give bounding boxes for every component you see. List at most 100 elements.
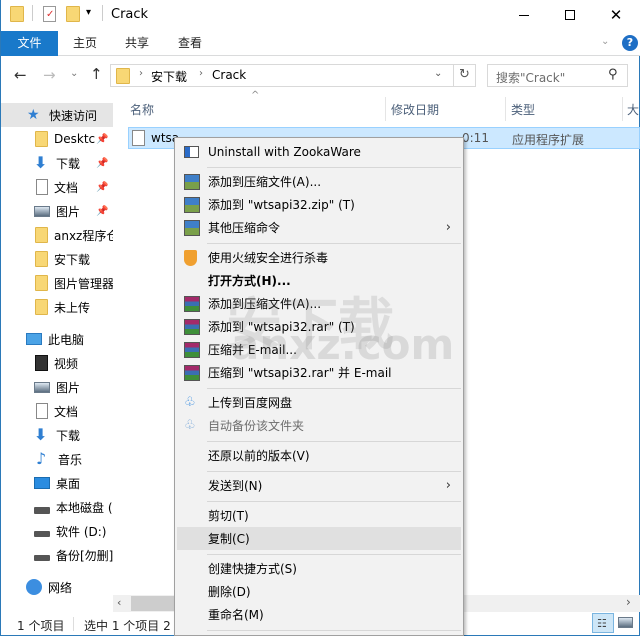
column-separator[interactable] (505, 97, 506, 121)
maximize-button[interactable] (547, 0, 593, 30)
sidebar-item-anxz[interactable]: anxz程序仓 (1, 223, 113, 247)
breadcrumb-chevron-icon[interactable]: › (139, 68, 143, 79)
column-separator[interactable] (385, 97, 386, 121)
sidebar-item-pc-pictures[interactable]: 图片 (1, 375, 113, 399)
column-header-type[interactable]: 类型 (511, 101, 535, 118)
sidebar-item-downloads[interactable]: ⬇ 下载 📌 (1, 151, 113, 175)
breadcrumb-item[interactable]: Crack (212, 68, 246, 82)
computer-icon (26, 333, 42, 345)
menu-separator (207, 501, 461, 502)
sort-ascending-icon: ^ (251, 90, 260, 101)
sidebar-item-label: 下载 (56, 428, 81, 443)
sidebar-item-label: 网络 (48, 580, 73, 595)
sidebar-item-drive-d[interactable]: 软件 (D:) (1, 519, 113, 543)
menu-separator (207, 388, 461, 389)
sidebar-item-desktop[interactable]: Desktc 📌 (1, 127, 113, 151)
customize-toolbar-icon[interactable]: ▾ (86, 7, 91, 25)
tab-file[interactable]: 文件 (1, 31, 58, 56)
menu-item-other-compress-commands[interactable]: 其他压缩命令 › (177, 216, 461, 239)
tab-view[interactable]: 查看 (172, 31, 208, 56)
winrar-icon (184, 341, 200, 358)
menu-item-huorong-scan[interactable]: 使用火绒安全进行杀毒 (177, 246, 461, 269)
sidebar-item-desktop-pc[interactable]: 桌面 (1, 471, 113, 495)
pin-icon[interactable]: 📌 (96, 182, 108, 193)
sidebar-item-videos[interactable]: 视频 (1, 351, 113, 375)
menu-item-add-to-wtsapi32-rar[interactable]: 添加到 "wtsapi32.rar" (T) (177, 315, 461, 338)
column-header-date[interactable]: 修改日期 (391, 101, 439, 118)
minimize-button[interactable] (501, 0, 547, 30)
expand-ribbon-icon[interactable]: ⌄ (601, 36, 609, 47)
sidebar-item-pc-downloads[interactable]: ⬇ 下载 (1, 423, 113, 447)
recent-locations-button[interactable]: ⌄ (70, 68, 78, 79)
sidebar-item-pc-documents[interactable]: 文档 (1, 399, 113, 423)
back-button[interactable]: ← (14, 66, 27, 84)
properties-icon[interactable]: ✓ (43, 6, 56, 22)
sidebar-item-anxiazai[interactable]: 安下载 (1, 247, 113, 271)
address-bar[interactable]: › 安下载 › Crack ⌄ ↻ (110, 64, 476, 87)
breadcrumb-chevron-icon[interactable]: › (199, 68, 203, 79)
menu-item-label: 还原以前的版本(V) (208, 449, 310, 463)
help-icon[interactable]: ? (622, 35, 638, 51)
menu-item-auto-backup[interactable]: ♧ 自动备份该文件夹 (177, 414, 461, 437)
menu-item-upload-baidu[interactable]: ♧ 上传到百度网盘 (177, 391, 461, 414)
menu-item-compress-to-rar-and-email[interactable]: 压缩到 "wtsapi32.rar" 并 E-mail (177, 361, 461, 384)
pin-icon[interactable]: 📌 (96, 206, 108, 217)
sidebar-item-network[interactable]: 网络 (1, 575, 113, 599)
menu-item-compress-and-email[interactable]: 压缩并 E-mail... (177, 338, 461, 361)
sidebar-item-picture-manager[interactable]: 图片管理器 (1, 271, 113, 295)
pin-icon[interactable]: 📌 (96, 134, 108, 145)
breadcrumb-item[interactable]: 安下载 (151, 68, 187, 85)
menu-item-rename[interactable]: 重命名(M) (177, 603, 461, 626)
scroll-right-icon[interactable]: › (626, 595, 631, 609)
menu-item-label: 发送到(N) (208, 479, 263, 493)
sidebar-item-this-pc[interactable]: 此电脑 (1, 327, 113, 351)
menu-item-create-shortcut[interactable]: 创建快捷方式(S) (177, 557, 461, 580)
menu-item-delete[interactable]: 删除(D) (177, 580, 461, 603)
sidebar-item-quick-access[interactable]: ★ 快速访问 (1, 103, 113, 127)
sidebar-item-backup[interactable]: 备份[勿删] (1, 543, 113, 567)
sidebar-item-label: 视频 (54, 356, 79, 371)
new-folder-icon[interactable] (66, 6, 80, 22)
drive-icon (34, 555, 50, 561)
menu-item-send-to[interactable]: 发送到(N) › (177, 474, 461, 497)
column-header-name[interactable]: 名称 (130, 101, 154, 118)
search-input[interactable]: 搜索"Crack" ⚲ (487, 64, 628, 87)
menu-item-add-to-archive-zip[interactable]: 添加到压缩文件(A)... (177, 170, 461, 193)
close-button[interactable]: ✕ (593, 0, 639, 30)
menu-item-add-to-archive-rar[interactable]: 添加到压缩文件(A)... (177, 292, 461, 315)
large-icons-view-button[interactable] (618, 617, 633, 628)
sidebar-item-pictures[interactable]: 图片 📌 (1, 199, 113, 223)
menu-item-open-with[interactable]: 打开方式(H)... (177, 269, 461, 292)
menu-item-restore-previous-versions[interactable]: 还原以前的版本(V) (177, 444, 461, 467)
download-arrow-icon: ⬇ (34, 153, 48, 172)
sidebar-item-label: 未上传 (54, 300, 91, 315)
search-icon[interactable]: ⚲ (608, 67, 618, 82)
video-icon (35, 355, 48, 371)
tab-home[interactable]: 主页 (67, 31, 103, 56)
up-button[interactable]: ↑ (90, 65, 103, 83)
zip-icon (184, 196, 200, 213)
item-count: 1 个项目 (17, 619, 65, 633)
scroll-left-icon[interactable]: ‹ (117, 596, 121, 609)
details-view-button[interactable]: ☷ (592, 613, 614, 633)
column-header-size[interactable]: 大 (627, 101, 639, 118)
document-icon (36, 403, 48, 419)
menu-item-cut[interactable]: 剪切(T) (177, 504, 461, 527)
menu-item-copy[interactable]: 复制(C) (177, 527, 461, 550)
menu-item-add-to-wtsapi32-zip[interactable]: 添加到 "wtsapi32.zip" (T) (177, 193, 461, 216)
sidebar-item-documents[interactable]: 文档 📌 (1, 175, 113, 199)
sidebar-item-music[interactable]: ♪ 音乐 (1, 447, 113, 471)
sidebar-item-not-uploaded[interactable]: 未上传 (1, 295, 113, 319)
menu-item-uninstall-zookaware[interactable]: Uninstall with ZookaWare (177, 140, 461, 163)
tab-share[interactable]: 共享 (119, 31, 155, 56)
folder-icon (35, 251, 48, 267)
address-dropdown-icon[interactable]: ⌄ (434, 68, 442, 79)
forward-button[interactable]: → (43, 66, 56, 84)
sidebar-item-label: 软件 (D:) (56, 524, 107, 539)
title-bar: ✓ ▾ Crack ✕ (1, 0, 640, 31)
column-separator[interactable] (622, 97, 623, 121)
sidebar-item-local-disk-c[interactable]: 本地磁盘 ( (1, 495, 113, 519)
refresh-icon[interactable]: ↻ (459, 67, 470, 82)
huorong-shield-icon (184, 249, 197, 266)
pin-icon[interactable]: 📌 (96, 158, 108, 169)
